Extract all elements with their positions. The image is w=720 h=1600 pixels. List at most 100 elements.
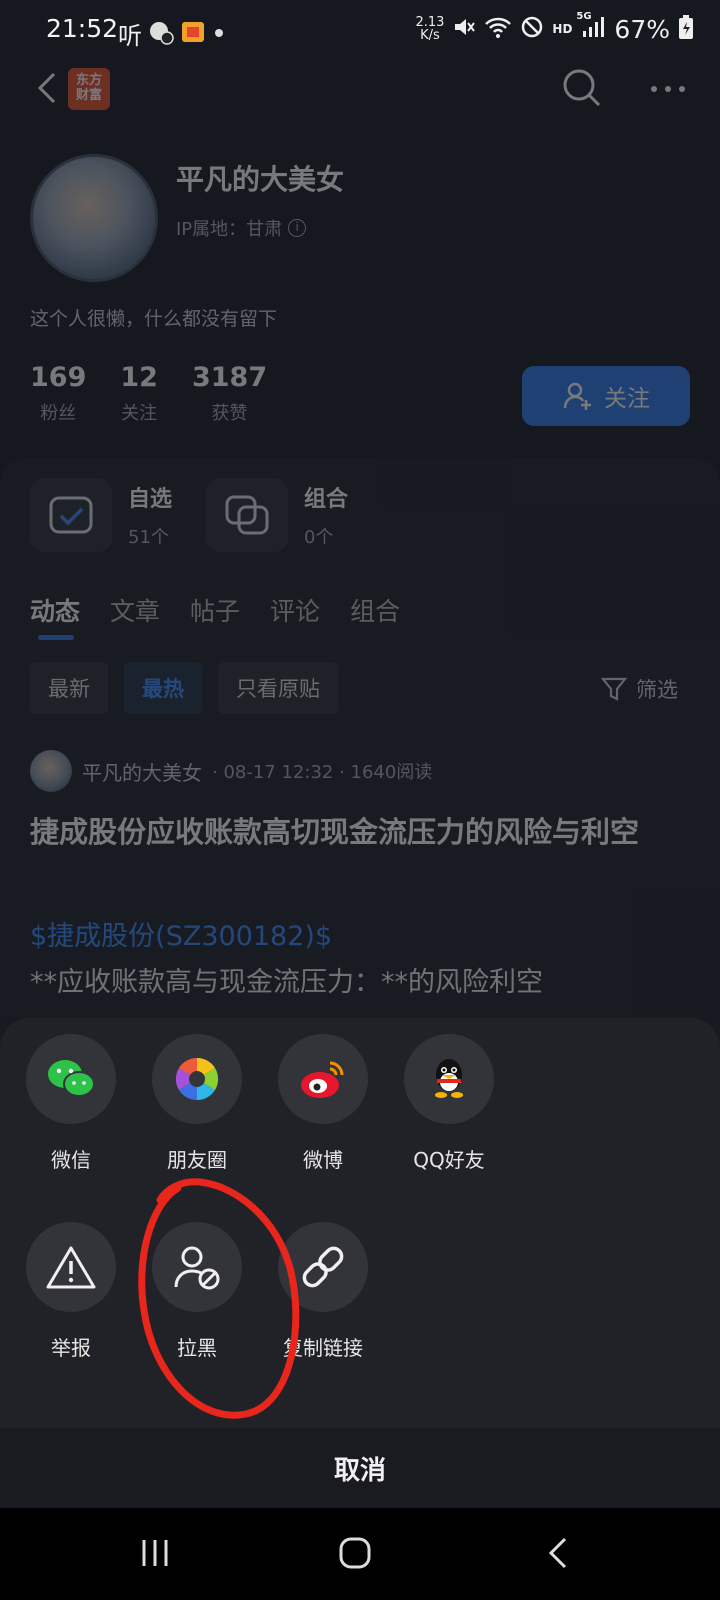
post-header: 平凡的大美女 · 08-17 12:32 · 1640阅读 xyxy=(30,750,432,792)
signal-icon: 5G xyxy=(576,11,606,43)
battery-icon xyxy=(678,14,694,44)
watchlist-icon xyxy=(30,478,112,552)
stock-tag-link[interactable]: $捷成股份(SZ300182)$ xyxy=(30,914,332,953)
post-title[interactable]: 捷成股份应收账款高切现金流压力的风险与利空 xyxy=(30,808,690,856)
filter-icon xyxy=(600,677,628,701)
watchlist-shortcut[interactable]: 自选 51个 xyxy=(30,478,172,552)
share-moments[interactable]: 朋友圈 xyxy=(142,1034,252,1173)
search-icon xyxy=(563,69,601,107)
report-button[interactable]: 举报 xyxy=(16,1222,126,1361)
content-panel: 自选 51个 组合 0个 动态 文章 帖子 评论 组合 最新 最热 只看原贴 筛… xyxy=(0,458,720,1058)
wifi-icon xyxy=(484,15,512,43)
post-meta: · 08-17 12:32 · 1640阅读 xyxy=(212,762,433,783)
status-time: 21:52 xyxy=(46,14,119,43)
portfolio-icon xyxy=(206,478,288,552)
add-user-icon xyxy=(563,382,591,410)
dnd-icon xyxy=(520,15,544,43)
sort-chips: 最新 最热 只看原贴 xyxy=(30,662,338,714)
app-logo: 东方 财富 xyxy=(68,68,110,110)
tab-activity[interactable]: 动态 xyxy=(30,592,80,640)
stat-label: 获赞 xyxy=(211,403,248,424)
chip-latest[interactable]: 最新 xyxy=(30,662,108,714)
copy-link-button[interactable]: 复制链接 xyxy=(268,1222,378,1361)
stat-following[interactable]: 12 关注 xyxy=(120,362,158,425)
home-icon xyxy=(339,1537,371,1569)
gift-notification-icon xyxy=(180,19,206,49)
share-weibo[interactable]: 微博 xyxy=(268,1034,378,1173)
recent-apps-button[interactable] xyxy=(140,1536,172,1574)
net-speed: 2.13 K/s xyxy=(415,16,444,42)
share-label: QQ好友 xyxy=(413,1148,485,1172)
stat-likes: 3187 获赞 xyxy=(192,362,267,425)
post-author-avatar[interactable] xyxy=(30,750,72,792)
filter-button[interactable]: 筛选 xyxy=(600,674,678,704)
share-wechat[interactable]: 微信 xyxy=(16,1034,126,1173)
profile-tabs: 动态 文章 帖子 评论 组合 xyxy=(30,592,400,640)
hd-label: HD xyxy=(552,22,573,36)
battery-percent: 67% xyxy=(614,14,670,44)
share-sheet: 微信 朋友圈 微博 QQ好友 举报 拉黑 复制链接 取消 xyxy=(0,1018,720,1508)
system-nav-bar xyxy=(0,1508,720,1600)
ting-app-icon: 听 xyxy=(118,22,142,50)
share-label: 举报 xyxy=(51,1336,91,1360)
shortcut-title: 自选 xyxy=(128,487,173,512)
post-body: **应收账款高与现金流压力：**的风险利空 xyxy=(30,967,543,998)
dot-icon xyxy=(212,19,226,49)
share-qq[interactable]: QQ好友 xyxy=(394,1034,504,1173)
profile-bio: 这个人很懒，什么都没有留下 xyxy=(30,308,278,330)
block-user-button[interactable]: 拉黑 xyxy=(142,1222,252,1361)
chip-hottest[interactable]: 最热 xyxy=(124,662,202,714)
back-arrow-icon xyxy=(37,72,56,104)
stat-value: 12 xyxy=(120,362,158,393)
stat-label: 关注 xyxy=(121,403,158,424)
profile-page: 东方 财富 平凡的大美女 IP属地：甘肃 i 这个人很懒，什么都没有留下 169… xyxy=(0,60,720,1058)
cancel-button[interactable]: 取消 xyxy=(0,1428,720,1508)
logo-line2: 财富 xyxy=(75,88,102,103)
shortcut-title: 组合 xyxy=(304,487,349,512)
home-button[interactable] xyxy=(338,1536,372,1574)
block-user-icon xyxy=(152,1222,242,1312)
weibo-icon xyxy=(278,1034,368,1124)
shortcut-count: 51个 xyxy=(128,527,169,548)
wechat-icon xyxy=(26,1034,116,1124)
back-button[interactable] xyxy=(28,68,68,108)
warning-icon xyxy=(26,1222,116,1312)
share-label: 复制链接 xyxy=(283,1336,363,1360)
status-right: 2.13 K/s HD 5G 67% xyxy=(415,11,694,44)
post-author[interactable]: 平凡的大美女 xyxy=(82,757,202,786)
follow-label: 关注 xyxy=(604,386,650,412)
recent-apps-icon xyxy=(142,1540,168,1566)
logo-line1: 东方 xyxy=(75,73,102,88)
stat-fans[interactable]: 169 粉丝 xyxy=(30,362,86,425)
screen: 21:52 听 2.13 K/s HD 5G 67% 东方 财富 平凡的大美女 … xyxy=(0,0,720,1600)
network-type: 5G xyxy=(576,11,592,22)
tab-posts[interactable]: 帖子 xyxy=(190,592,240,628)
net-speed-unit: K/s xyxy=(420,28,440,43)
portfolio-shortcut[interactable]: 组合 0个 xyxy=(206,478,348,552)
more-button[interactable] xyxy=(648,74,688,104)
ip-location: IP属地：甘肃 i xyxy=(176,215,307,241)
follow-button[interactable]: 关注 xyxy=(522,366,690,426)
tab-comments[interactable]: 评论 xyxy=(270,592,320,628)
profile-name: 平凡的大美女 xyxy=(176,163,345,196)
moments-icon xyxy=(152,1034,242,1124)
status-left-icons: 听 xyxy=(118,16,226,51)
avatar[interactable] xyxy=(30,154,158,282)
stat-label: 粉丝 xyxy=(40,403,77,424)
mute-icon xyxy=(452,15,476,43)
ip-location-text: IP属地：甘肃 xyxy=(176,219,283,240)
back-nav-button[interactable] xyxy=(546,1536,570,1574)
share-label: 微信 xyxy=(51,1148,91,1172)
stat-value: 169 xyxy=(30,362,87,393)
tab-portfolios[interactable]: 组合 xyxy=(350,592,400,628)
chevron-left-icon xyxy=(548,1537,567,1569)
more-icon xyxy=(651,86,685,92)
chip-original-only[interactable]: 只看原贴 xyxy=(218,662,338,714)
status-bar: 21:52 听 2.13 K/s HD 5G 67% xyxy=(0,0,720,60)
tab-articles[interactable]: 文章 xyxy=(110,592,160,628)
link-icon xyxy=(278,1222,368,1312)
filter-label: 筛选 xyxy=(636,678,678,702)
share-label: 拉黑 xyxy=(177,1336,217,1360)
search-button[interactable] xyxy=(560,66,604,110)
info-icon[interactable]: i xyxy=(288,219,307,237)
